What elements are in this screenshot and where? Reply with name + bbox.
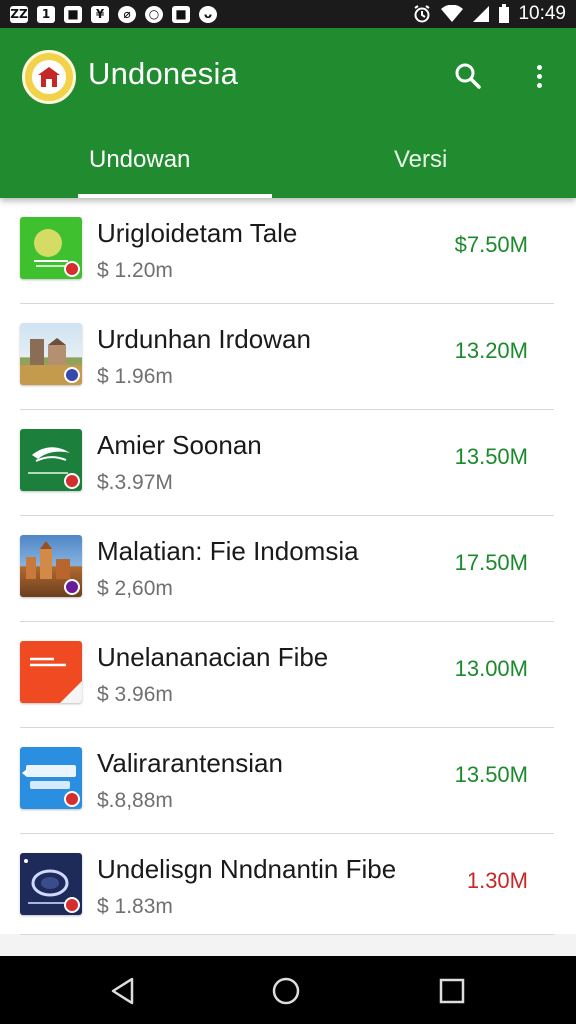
- notification-icon: ¥: [91, 5, 109, 23]
- item-subtitle: $.3.97M: [97, 471, 173, 494]
- app-logo: [22, 50, 76, 104]
- notification-icons: ZZ 1 ■ ¥ ⌀ ○ ■ ᴗ: [10, 5, 217, 23]
- list-item[interactable]: Urdunhan Irdowan $ 1.96m 13.20M: [0, 304, 576, 410]
- notification-icon: ⌀: [118, 5, 136, 23]
- search-icon: [455, 63, 481, 89]
- item-title: Urdunhan Irdowan: [97, 324, 311, 354]
- notification-icon: ■: [64, 5, 82, 23]
- notification-icon: ■: [172, 5, 190, 23]
- navigation-bar: [0, 956, 576, 1024]
- item-subtitle: $ 2,60m: [97, 577, 173, 600]
- item-value: 13.50M: [454, 444, 528, 469]
- list-item[interactable]: Undelisgn Nndnantin Fibe $ 1.83m 1.30M: [0, 834, 576, 940]
- home-button[interactable]: [271, 976, 301, 1006]
- item-subtitle: $ 3.96m: [97, 683, 173, 706]
- item-subtitle: $ 1.96m: [97, 365, 173, 388]
- back-triangle-icon: [111, 977, 134, 1005]
- tab-undowan[interactable]: Undowan: [89, 146, 190, 174]
- more-options-button[interactable]: [525, 58, 553, 94]
- notification-icon: ○: [145, 5, 163, 23]
- list-item[interactable]: Unelananacian Fibe $ 3.96m 13.00M: [0, 622, 576, 728]
- search-button[interactable]: [450, 58, 486, 94]
- item-value: 17.50M: [454, 550, 528, 575]
- system-status: 10:49: [412, 3, 566, 25]
- app-title: Undonesia: [88, 56, 239, 91]
- orange-card-icon: [20, 641, 82, 703]
- blue-card-icon: [20, 747, 82, 809]
- item-subtitle: $ 1.83m: [97, 895, 173, 918]
- recents-button[interactable]: [437, 976, 467, 1006]
- status-bar: ZZ 1 ■ ¥ ⌀ ○ ■ ᴗ 10:49: [0, 0, 576, 28]
- wifi-icon: [441, 5, 464, 22]
- back-button[interactable]: [108, 976, 138, 1006]
- signal-icon: [473, 6, 490, 22]
- notification-icon: ZZ: [10, 5, 28, 23]
- dark-card-icon: [20, 853, 82, 915]
- item-title: Malatian: Fie Indomsia: [97, 536, 359, 566]
- item-value: 13.50M: [454, 762, 528, 787]
- list-item[interactable]: Valirarantensian $.8,88m 13.50M: [0, 728, 576, 834]
- next-item-peek: [0, 934, 576, 956]
- green-seal-icon: [20, 217, 82, 279]
- item-title: Valirarantensian: [97, 748, 283, 778]
- item-subtitle: $ 1.20m: [97, 259, 173, 282]
- home-circle-icon: [272, 977, 300, 1005]
- city-photo-icon: [20, 535, 82, 597]
- temple-icon: [32, 60, 66, 94]
- building-photo-icon: [20, 323, 82, 385]
- list-item[interactable]: Amier Soonan $.3.97M 13.50M: [0, 410, 576, 516]
- item-value: $7.50M: [454, 232, 528, 257]
- notification-icon: ᴗ: [199, 5, 217, 23]
- recents-square-icon: [439, 978, 465, 1004]
- battery-icon: [499, 4, 510, 23]
- item-subtitle: $.8,88m: [97, 789, 173, 812]
- clock: 10:49: [518, 3, 566, 24]
- item-title: Undelisgn Nndnantin Fibe: [97, 854, 397, 884]
- notification-icon: 1: [37, 5, 55, 23]
- item-list: Urigloidetam Tale $ 1.20m $7.50M Urdunha…: [0, 198, 576, 940]
- item-title: Amier Soonan: [97, 430, 262, 460]
- list-item[interactable]: Urigloidetam Tale $ 1.20m $7.50M: [0, 198, 576, 304]
- item-value: 13.20M: [454, 338, 528, 363]
- item-value: 13.00M: [454, 656, 528, 681]
- green-wing-logo-icon: [20, 429, 82, 491]
- item-title: Urigloidetam Tale: [97, 218, 298, 248]
- list-item[interactable]: Malatian: Fie Indomsia $ 2,60m 17.50M: [0, 516, 576, 622]
- item-value: 1.30M: [466, 868, 528, 893]
- more-vert-icon: [536, 64, 542, 70]
- tab-versi[interactable]: Versi: [394, 146, 447, 174]
- alarm-icon: [414, 5, 431, 23]
- item-title: Unelananacian Fibe: [97, 642, 329, 672]
- app-bar: Undonesia Undowan Versi: [0, 28, 576, 198]
